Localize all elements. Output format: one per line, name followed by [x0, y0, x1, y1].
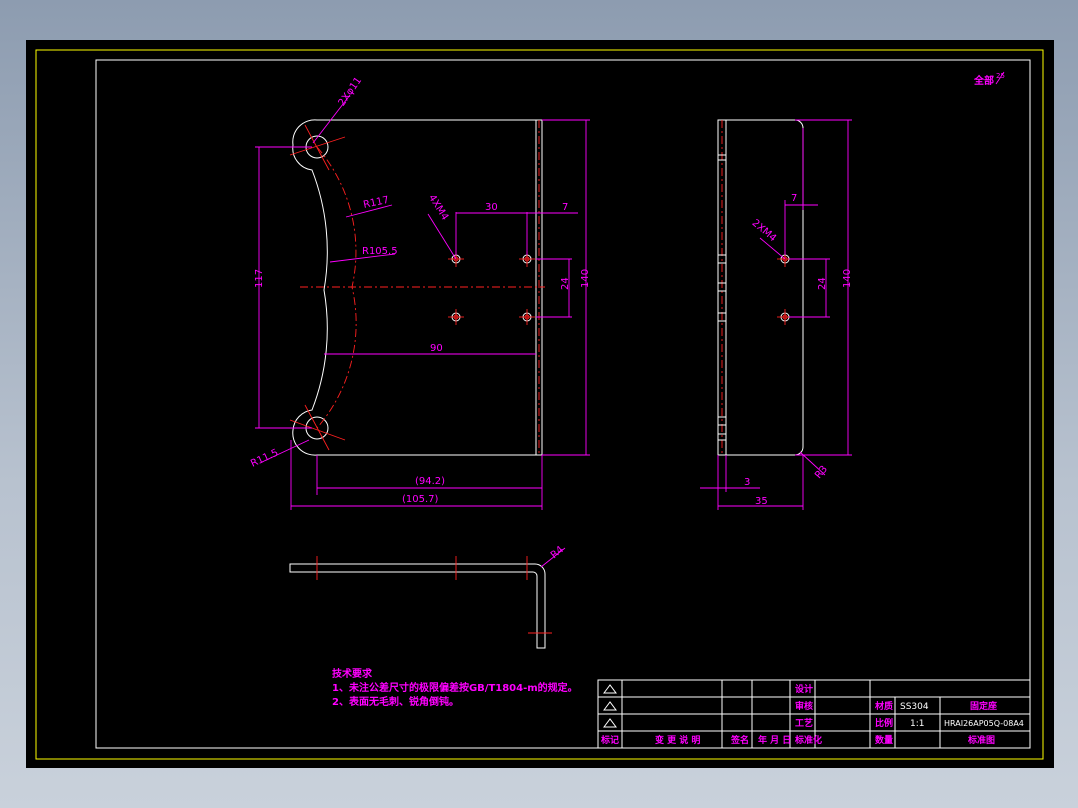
svg-text:30: 30: [485, 202, 498, 213]
svg-text:7: 7: [791, 193, 797, 204]
svg-text:4XM4: 4XM4: [426, 193, 450, 223]
svg-text:SS304: SS304: [900, 702, 929, 712]
svg-text:35: 35: [755, 496, 768, 507]
front-plate-outline: [292, 119, 543, 456]
svg-text:标准图: 标准图: [967, 734, 995, 746]
svg-text:R11.5: R11.5: [249, 447, 280, 469]
title-block: 设计 审核 工艺 材质 SS304 固定座 比例 1:1 HRAI26AP05Q…: [597, 679, 1031, 749]
view-label: 全部 25: [973, 71, 1005, 87]
svg-text:标记: 标记: [600, 734, 619, 746]
svg-text:140: 140: [842, 269, 853, 288]
svg-text:R117: R117: [362, 195, 390, 211]
svg-text:7: 7: [562, 202, 568, 213]
svg-text:技术要求: 技术要求: [332, 667, 373, 680]
svg-text:2Xφ11: 2Xφ11: [337, 75, 365, 108]
svg-text:24: 24: [560, 277, 571, 290]
svg-text:24: 24: [817, 277, 828, 290]
side-outline: [717, 119, 804, 456]
svg-text:年 月 日: 年 月 日: [758, 734, 791, 746]
front-view: 2Xφ11 R117 R105.5 4XM4 30 7 24 140 117 9…: [249, 75, 591, 510]
svg-text:140: 140: [580, 269, 591, 288]
side-view: 7 2XM4 24 140 R3 3 35: [700, 119, 853, 510]
svg-text:(105.7): (105.7): [402, 494, 439, 505]
svg-text:1、未注公差尺寸的极限偏差按GB/T1804-m的规定。: 1、未注公差尺寸的极限偏差按GB/T1804-m的规定。: [332, 681, 578, 694]
technical-notes: 技术要求 1、未注公差尺寸的极限偏差按GB/T1804-m的规定。 2、表面无毛…: [332, 667, 578, 708]
inner-frame: [95, 59, 1031, 749]
outer-frame: [35, 49, 1044, 760]
svg-text:设计: 设计: [795, 683, 813, 695]
svg-text:HRAI26AP05Q-08A4: HRAI26AP05Q-08A4: [944, 719, 1024, 728]
svg-text:1:1: 1:1: [910, 719, 924, 729]
bent-profile: [289, 563, 546, 649]
svg-text:数量: 数量: [875, 734, 893, 746]
svg-text:(94.2): (94.2): [415, 476, 445, 487]
svg-text:90: 90: [430, 343, 443, 354]
svg-text:全部: 全部: [973, 74, 994, 87]
svg-text:审核: 审核: [795, 700, 813, 712]
svg-text:117: 117: [254, 269, 265, 288]
svg-text:标准化: 标准化: [794, 734, 822, 746]
svg-text:3: 3: [744, 477, 750, 488]
svg-text:材质: 材质: [874, 700, 893, 712]
svg-text:固定座: 固定座: [970, 700, 997, 712]
top-view: R4: [289, 544, 566, 649]
svg-text:比例: 比例: [875, 717, 893, 729]
cad-drawing: 全部 25 2Xφ11 R117 R105.5 4XM4 30 7 24 140…: [35, 49, 1044, 760]
svg-text:2XM4: 2XM4: [750, 218, 779, 245]
svg-text:R105.5: R105.5: [362, 246, 398, 257]
svg-text:变 更 说 明: 变 更 说 明: [655, 734, 700, 746]
svg-text:2、表面无毛刺、锐角倒钝。: 2、表面无毛刺、锐角倒钝。: [332, 695, 459, 708]
svg-text:签名: 签名: [730, 734, 749, 746]
svg-text:工艺: 工艺: [795, 717, 813, 729]
tapped-holes: [448, 251, 535, 325]
